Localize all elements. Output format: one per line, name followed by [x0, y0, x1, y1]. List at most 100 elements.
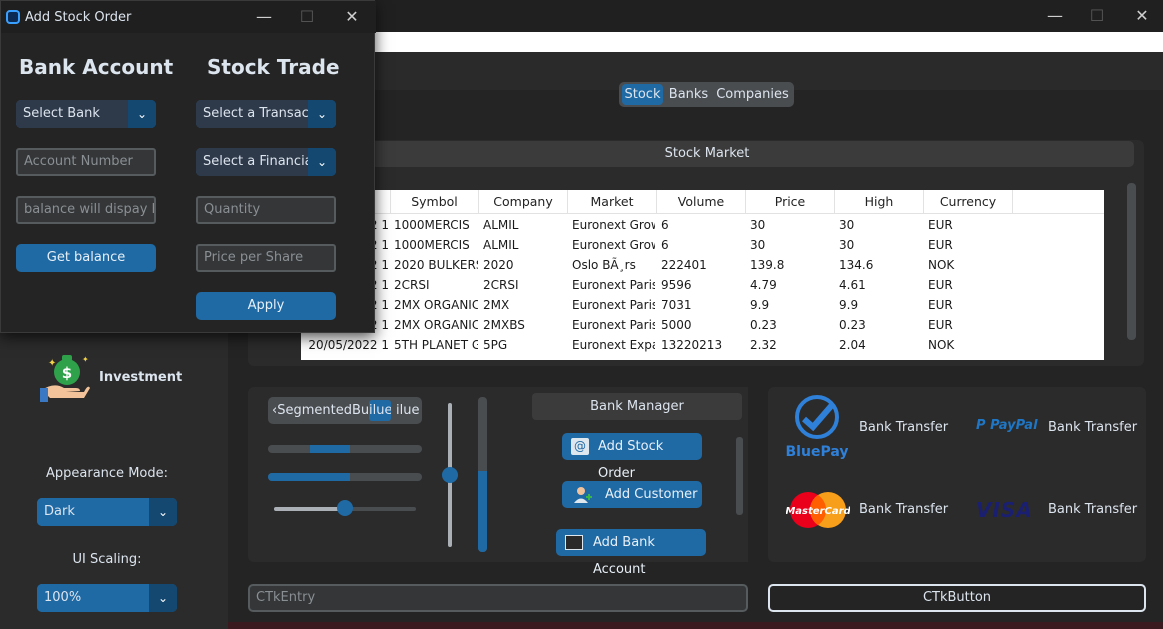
- ctk-button[interactable]: CTkButton: [768, 584, 1146, 612]
- stock-table: Symbol Company Market Volume Price High …: [301, 190, 1104, 360]
- tab-stock[interactable]: Stock: [622, 84, 663, 105]
- table-cell-company[interactable]: ALMIL: [483, 235, 567, 255]
- table-cell-price[interactable]: 0.23: [750, 315, 834, 335]
- investment-label: Investment: [99, 370, 183, 385]
- segment-option-1[interactable]: ‹SegmentedBut: [272, 400, 368, 421]
- table-cell-high[interactable]: 134.6: [839, 255, 923, 275]
- close-icon[interactable]: ✕: [1131, 6, 1153, 26]
- table-cell-currency[interactable]: NOK: [928, 255, 1012, 275]
- table-cell-high[interactable]: 4.61: [839, 275, 923, 295]
- table-cell-volume[interactable]: 5000: [661, 315, 745, 335]
- table-scrollbar[interactable]: [1127, 183, 1136, 340]
- table-cell-market[interactable]: Euronext Growt: [572, 235, 655, 255]
- appearance-mode-select[interactable]: Dark ⌄: [37, 498, 177, 526]
- table-cell-price[interactable]: 30: [750, 235, 834, 255]
- table-cell-symbol[interactable]: 1000MERCIS: [394, 235, 478, 255]
- column-header-volume[interactable]: Volume: [657, 190, 746, 214]
- select-bank-value: Select Bank: [16, 100, 128, 128]
- table-cell-symbol[interactable]: 1000MERCIS: [394, 215, 478, 235]
- manager-scrollbar[interactable]: [736, 437, 743, 515]
- chevron-down-icon: ⌄: [128, 100, 156, 128]
- select-bank-dropdown[interactable]: Select Bank ⌄: [16, 100, 156, 128]
- table-cell-currency[interactable]: NOK: [928, 335, 1012, 355]
- table-cell-volume[interactable]: 6: [661, 235, 745, 255]
- minimize-icon[interactable]: —: [253, 7, 275, 27]
- table-cell-market[interactable]: Euronext Paris: [572, 295, 655, 315]
- table-cell-symbol[interactable]: 2MX ORGANIC: [394, 295, 478, 315]
- table-cell-volume[interactable]: 7031: [661, 295, 745, 315]
- table-cell-symbol[interactable]: 5TH PLANET GA: [394, 335, 478, 355]
- bank-account-heading: Bank Account: [19, 55, 174, 79]
- vertical-slider[interactable]: [442, 403, 458, 547]
- table-cell-volume[interactable]: 9596: [661, 275, 745, 295]
- table-cell-market[interactable]: Euronext Paris: [572, 275, 655, 295]
- ui-scaling-select[interactable]: 100% ⌄: [37, 584, 177, 612]
- add-customer-button[interactable]: Add Customer: [562, 481, 702, 508]
- table-cell-company[interactable]: 2020: [483, 255, 567, 275]
- close-icon[interactable]: ✕: [341, 7, 363, 27]
- bluepay-logo: BluePay: [786, 395, 848, 460]
- table-cell-price[interactable]: 139.8: [750, 255, 834, 275]
- table-cell-currency[interactable]: EUR: [928, 295, 1012, 315]
- maximize-icon[interactable]: ☐: [296, 7, 318, 27]
- tab-banks[interactable]: Banks: [666, 84, 711, 105]
- table-cell-currency[interactable]: EUR: [928, 315, 1012, 335]
- price-per-share-input[interactable]: Price per Share: [196, 244, 336, 272]
- table-cell-currency[interactable]: EUR: [928, 275, 1012, 295]
- table-cell-price[interactable]: 9.9: [750, 295, 834, 315]
- table-cell-market[interactable]: Euronext Expan: [572, 335, 655, 355]
- table-cell-price[interactable]: 30: [750, 215, 834, 235]
- table-cell-currency[interactable]: EUR: [928, 235, 1012, 255]
- get-balance-button[interactable]: Get balance: [16, 244, 156, 272]
- svg-text:✦: ✦: [82, 355, 89, 364]
- table-cell-symbol[interactable]: 2020 BULKERS: [394, 255, 478, 275]
- account-number-input[interactable]: Account Number: [16, 148, 156, 176]
- table-cell-company[interactable]: 5PG: [483, 335, 567, 355]
- stock-market-title: Stock Market: [280, 141, 1134, 167]
- table-cell-symbol[interactable]: 2MX ORGANIC: [394, 315, 478, 335]
- table-cell-company[interactable]: ALMIL: [483, 215, 567, 235]
- add-bank-account-button[interactable]: Add Bank Account: [556, 529, 706, 577]
- table-cell-high[interactable]: 0.23: [839, 315, 923, 335]
- horizontal-slider[interactable]: [274, 500, 416, 516]
- table-cell-price[interactable]: 4.79: [750, 275, 834, 295]
- ctk-entry[interactable]: CTkEntry: [248, 584, 748, 612]
- table-cell-market[interactable]: Oslo BÃ¸rs: [572, 255, 655, 275]
- table-cell-date[interactable]: 20/05/2022 1: [305, 335, 389, 355]
- table-cell-currency[interactable]: EUR: [928, 215, 1012, 235]
- vertical-slider-handle[interactable]: [442, 467, 458, 483]
- table-cell-company[interactable]: 2MXBS: [483, 315, 567, 335]
- balance-output[interactable]: balance will dispay her: [16, 196, 156, 224]
- table-cell-volume[interactable]: 13220213: [661, 335, 745, 355]
- segment-option-3[interactable]: ilue: [396, 400, 420, 421]
- bank-manager-title: Bank Manager: [532, 393, 742, 420]
- table-cell-price[interactable]: 2.32: [750, 335, 834, 355]
- column-header-price[interactable]: Price: [746, 190, 835, 214]
- maximize-icon[interactable]: ☐: [1086, 6, 1108, 26]
- quantity-input[interactable]: Quantity: [196, 196, 336, 224]
- table-cell-high[interactable]: 2.04: [839, 335, 923, 355]
- column-header-currency[interactable]: Currency: [924, 190, 1013, 214]
- table-cell-company[interactable]: 2MX: [483, 295, 567, 315]
- column-header-high[interactable]: High: [835, 190, 924, 214]
- minimize-icon[interactable]: —: [1044, 6, 1066, 26]
- financial-instrument-dropdown[interactable]: Select a Financial ⌄: [196, 148, 336, 176]
- table-cell-market[interactable]: Euronext Growt: [572, 215, 655, 235]
- column-header-symbol[interactable]: Symbol: [391, 190, 479, 214]
- table-cell-high[interactable]: 30: [839, 235, 923, 255]
- transaction-type-dropdown[interactable]: Select a Transacti ⌄: [196, 100, 336, 128]
- segment-option-2[interactable]: ilue: [369, 400, 391, 421]
- table-cell-high[interactable]: 30: [839, 215, 923, 235]
- table-cell-volume[interactable]: 222401: [661, 255, 745, 275]
- tab-companies[interactable]: Companies: [714, 84, 791, 105]
- column-header-company[interactable]: Company: [479, 190, 568, 214]
- add-stock-order-button[interactable]: @ Add Stock Order: [562, 433, 702, 481]
- slider-handle[interactable]: [337, 500, 353, 516]
- table-cell-symbol[interactable]: 2CRSI: [394, 275, 478, 295]
- table-cell-market[interactable]: Euronext Paris: [572, 315, 655, 335]
- table-cell-high[interactable]: 9.9: [839, 295, 923, 315]
- table-cell-volume[interactable]: 6: [661, 215, 745, 235]
- column-header-market[interactable]: Market: [568, 190, 657, 214]
- apply-button[interactable]: Apply: [196, 292, 336, 320]
- table-cell-company[interactable]: 2CRSI: [483, 275, 567, 295]
